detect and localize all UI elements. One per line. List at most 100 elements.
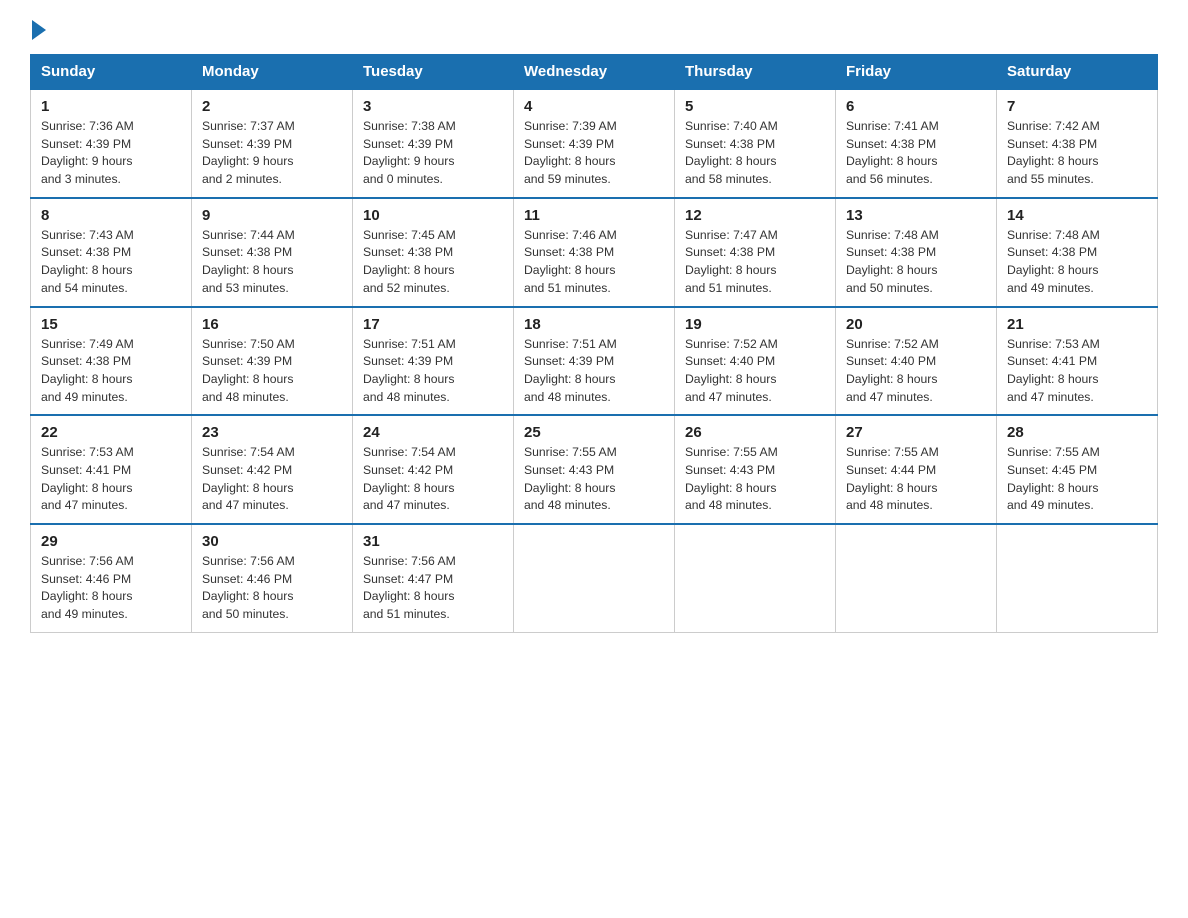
day-info: Sunrise: 7:55 AMSunset: 4:43 PMDaylight:… [685,444,825,515]
calendar-cell: 19 Sunrise: 7:52 AMSunset: 4:40 PMDaylig… [675,307,836,416]
day-info: Sunrise: 7:56 AMSunset: 4:46 PMDaylight:… [202,553,342,624]
day-info: Sunrise: 7:50 AMSunset: 4:39 PMDaylight:… [202,336,342,407]
page-header [30,20,1158,36]
day-info: Sunrise: 7:51 AMSunset: 4:39 PMDaylight:… [524,336,664,407]
day-number: 19 [685,316,825,333]
day-number: 3 [363,98,503,115]
day-number: 5 [685,98,825,115]
header-wednesday: Wednesday [514,55,675,90]
calendar-cell: 17 Sunrise: 7:51 AMSunset: 4:39 PMDaylig… [353,307,514,416]
header-sunday: Sunday [31,55,192,90]
day-number: 6 [846,98,986,115]
day-info: Sunrise: 7:51 AMSunset: 4:39 PMDaylight:… [363,336,503,407]
calendar-cell: 18 Sunrise: 7:51 AMSunset: 4:39 PMDaylig… [514,307,675,416]
day-number: 27 [846,424,986,441]
day-info: Sunrise: 7:53 AMSunset: 4:41 PMDaylight:… [1007,336,1147,407]
day-number: 20 [846,316,986,333]
day-info: Sunrise: 7:41 AMSunset: 4:38 PMDaylight:… [846,118,986,189]
calendar-cell: 23 Sunrise: 7:54 AMSunset: 4:42 PMDaylig… [192,415,353,524]
day-info: Sunrise: 7:46 AMSunset: 4:38 PMDaylight:… [524,227,664,298]
day-number: 28 [1007,424,1147,441]
day-info: Sunrise: 7:52 AMSunset: 4:40 PMDaylight:… [846,336,986,407]
day-info: Sunrise: 7:40 AMSunset: 4:38 PMDaylight:… [685,118,825,189]
calendar-cell: 12 Sunrise: 7:47 AMSunset: 4:38 PMDaylig… [675,198,836,307]
day-number: 15 [41,316,181,333]
day-info: Sunrise: 7:42 AMSunset: 4:38 PMDaylight:… [1007,118,1147,189]
day-number: 13 [846,207,986,224]
calendar-cell: 3 Sunrise: 7:38 AMSunset: 4:39 PMDayligh… [353,89,514,198]
day-number: 21 [1007,316,1147,333]
calendar-cell: 21 Sunrise: 7:53 AMSunset: 4:41 PMDaylig… [997,307,1158,416]
calendar-cell [997,524,1158,632]
calendar-week-row: 8 Sunrise: 7:43 AMSunset: 4:38 PMDayligh… [31,198,1158,307]
day-info: Sunrise: 7:55 AMSunset: 4:43 PMDaylight:… [524,444,664,515]
day-info: Sunrise: 7:56 AMSunset: 4:46 PMDaylight:… [41,553,181,624]
calendar-cell: 4 Sunrise: 7:39 AMSunset: 4:39 PMDayligh… [514,89,675,198]
day-number: 11 [524,207,664,224]
calendar-week-row: 1 Sunrise: 7:36 AMSunset: 4:39 PMDayligh… [31,89,1158,198]
day-info: Sunrise: 7:45 AMSunset: 4:38 PMDaylight:… [363,227,503,298]
day-number: 23 [202,424,342,441]
day-info: Sunrise: 7:49 AMSunset: 4:38 PMDaylight:… [41,336,181,407]
logo [30,20,48,36]
day-number: 25 [524,424,664,441]
day-number: 4 [524,98,664,115]
day-info: Sunrise: 7:37 AMSunset: 4:39 PMDaylight:… [202,118,342,189]
calendar-cell [836,524,997,632]
calendar-cell [514,524,675,632]
header-saturday: Saturday [997,55,1158,90]
calendar-cell: 29 Sunrise: 7:56 AMSunset: 4:46 PMDaylig… [31,524,192,632]
day-info: Sunrise: 7:55 AMSunset: 4:45 PMDaylight:… [1007,444,1147,515]
calendar-cell: 26 Sunrise: 7:55 AMSunset: 4:43 PMDaylig… [675,415,836,524]
calendar-cell: 9 Sunrise: 7:44 AMSunset: 4:38 PMDayligh… [192,198,353,307]
calendar-week-row: 15 Sunrise: 7:49 AMSunset: 4:38 PMDaylig… [31,307,1158,416]
calendar-header-row: SundayMondayTuesdayWednesdayThursdayFrid… [31,55,1158,90]
day-number: 18 [524,316,664,333]
calendar-cell: 25 Sunrise: 7:55 AMSunset: 4:43 PMDaylig… [514,415,675,524]
day-info: Sunrise: 7:43 AMSunset: 4:38 PMDaylight:… [41,227,181,298]
calendar-cell: 11 Sunrise: 7:46 AMSunset: 4:38 PMDaylig… [514,198,675,307]
logo-arrow-icon [32,20,46,40]
calendar-table: SundayMondayTuesdayWednesdayThursdayFrid… [30,54,1158,633]
day-number: 17 [363,316,503,333]
header-thursday: Thursday [675,55,836,90]
day-number: 8 [41,207,181,224]
calendar-cell: 16 Sunrise: 7:50 AMSunset: 4:39 PMDaylig… [192,307,353,416]
day-number: 16 [202,316,342,333]
calendar-cell: 2 Sunrise: 7:37 AMSunset: 4:39 PMDayligh… [192,89,353,198]
calendar-cell: 5 Sunrise: 7:40 AMSunset: 4:38 PMDayligh… [675,89,836,198]
header-friday: Friday [836,55,997,90]
calendar-cell: 28 Sunrise: 7:55 AMSunset: 4:45 PMDaylig… [997,415,1158,524]
day-number: 26 [685,424,825,441]
day-number: 22 [41,424,181,441]
header-tuesday: Tuesday [353,55,514,90]
day-info: Sunrise: 7:54 AMSunset: 4:42 PMDaylight:… [202,444,342,515]
calendar-cell: 7 Sunrise: 7:42 AMSunset: 4:38 PMDayligh… [997,89,1158,198]
day-number: 9 [202,207,342,224]
calendar-cell: 22 Sunrise: 7:53 AMSunset: 4:41 PMDaylig… [31,415,192,524]
day-info: Sunrise: 7:53 AMSunset: 4:41 PMDaylight:… [41,444,181,515]
day-number: 7 [1007,98,1147,115]
day-number: 1 [41,98,181,115]
calendar-week-row: 22 Sunrise: 7:53 AMSunset: 4:41 PMDaylig… [31,415,1158,524]
calendar-cell: 1 Sunrise: 7:36 AMSunset: 4:39 PMDayligh… [31,89,192,198]
calendar-week-row: 29 Sunrise: 7:56 AMSunset: 4:46 PMDaylig… [31,524,1158,632]
calendar-cell: 10 Sunrise: 7:45 AMSunset: 4:38 PMDaylig… [353,198,514,307]
day-info: Sunrise: 7:39 AMSunset: 4:39 PMDaylight:… [524,118,664,189]
day-info: Sunrise: 7:52 AMSunset: 4:40 PMDaylight:… [685,336,825,407]
calendar-cell: 8 Sunrise: 7:43 AMSunset: 4:38 PMDayligh… [31,198,192,307]
day-number: 10 [363,207,503,224]
day-info: Sunrise: 7:54 AMSunset: 4:42 PMDaylight:… [363,444,503,515]
day-number: 30 [202,533,342,550]
day-info: Sunrise: 7:36 AMSunset: 4:39 PMDaylight:… [41,118,181,189]
day-number: 12 [685,207,825,224]
calendar-cell [675,524,836,632]
calendar-cell: 20 Sunrise: 7:52 AMSunset: 4:40 PMDaylig… [836,307,997,416]
day-number: 2 [202,98,342,115]
day-number: 14 [1007,207,1147,224]
calendar-cell: 30 Sunrise: 7:56 AMSunset: 4:46 PMDaylig… [192,524,353,632]
calendar-cell: 15 Sunrise: 7:49 AMSunset: 4:38 PMDaylig… [31,307,192,416]
day-info: Sunrise: 7:48 AMSunset: 4:38 PMDaylight:… [1007,227,1147,298]
day-info: Sunrise: 7:47 AMSunset: 4:38 PMDaylight:… [685,227,825,298]
calendar-cell: 14 Sunrise: 7:48 AMSunset: 4:38 PMDaylig… [997,198,1158,307]
